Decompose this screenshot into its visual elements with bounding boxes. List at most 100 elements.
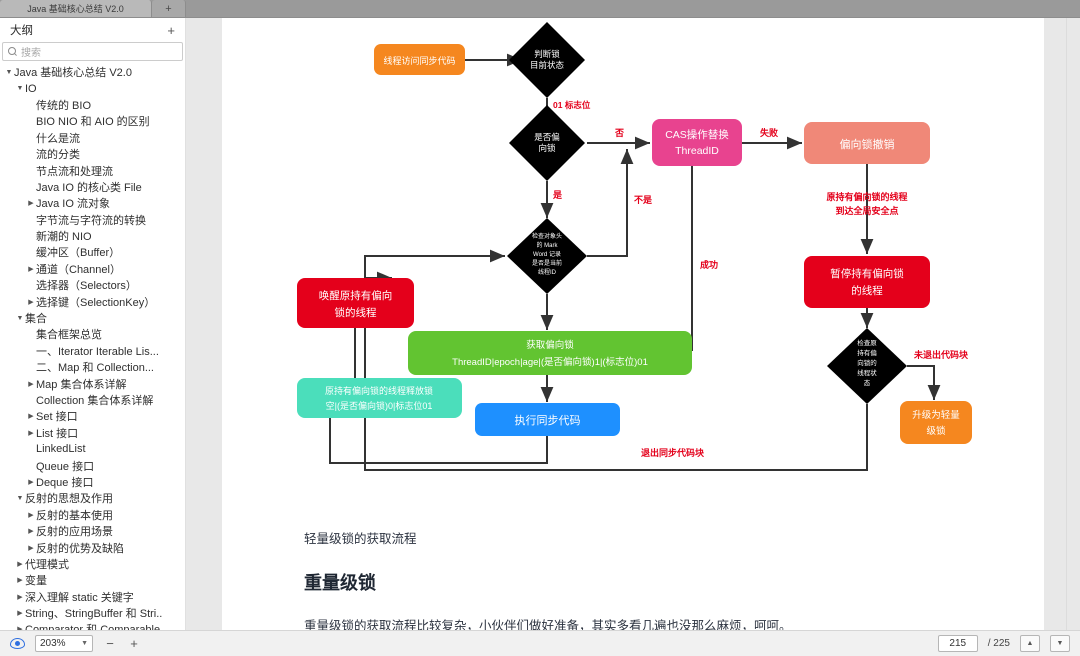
outline-item[interactable]: 什么是流 [0, 130, 185, 146]
chevron-right-icon[interactable] [15, 560, 25, 568]
outline-item[interactable]: Set 接口 [0, 408, 185, 424]
tab-document[interactable]: Java 基础核心总结 V2.0 [0, 0, 152, 17]
svg-text:的 Mark: 的 Mark [536, 241, 558, 249]
chevron-right-icon[interactable] [15, 576, 25, 584]
outline-item[interactable]: 变量 [0, 572, 185, 588]
outline-item[interactable]: Deque 接口 [0, 474, 185, 490]
outline-item[interactable]: 选择键（SelectionKey） [0, 293, 185, 309]
chevron-down-icon[interactable] [4, 69, 14, 76]
chevron-down-icon[interactable] [15, 85, 25, 92]
outline-item[interactable]: 集合框架总览 [0, 326, 185, 342]
outline-item[interactable]: 缓冲区（Buffer） [0, 244, 185, 260]
status-bar: 203% ▼ − + 215 / 225 ▲ ▼ [0, 630, 1080, 656]
outline-item-label: Deque 接口 [36, 476, 94, 489]
tab-title: Java 基础核心总结 V2.0 [27, 4, 124, 14]
outline-item[interactable]: Java 基础核心总结 V2.0 [0, 64, 185, 80]
outline-item-label: Collection 集合体系详解 [36, 395, 154, 407]
prev-page-button[interactable]: ▲ [1020, 635, 1040, 652]
outline-item-label: 反射的优势及缺陷 [36, 542, 124, 555]
outline-item[interactable]: String、StringBuffer 和 Stri.. [0, 605, 185, 621]
svg-text:CAS操作替换: CAS操作替换 [665, 128, 729, 141]
outline-item-label: 节点流和处理流 [36, 165, 113, 178]
chevron-right-icon[interactable] [26, 478, 36, 486]
outline-item[interactable]: Java IO 流对象 [0, 195, 185, 211]
chevron-right-icon[interactable] [26, 298, 36, 306]
zoom-level-value: 203% [40, 638, 66, 649]
search-icon [8, 47, 17, 56]
outline-item[interactable]: 深入理解 static 关键字 [0, 589, 185, 605]
outline-item[interactable]: 通道（Channel） [0, 261, 185, 277]
next-page-button[interactable]: ▼ [1050, 635, 1070, 652]
outline-item[interactable]: Map 集合体系详解 [0, 375, 185, 391]
chevron-right-icon[interactable] [26, 429, 36, 437]
outline-item[interactable]: 传统的 BIO [0, 97, 185, 113]
svg-text:线程访问同步代码: 线程访问同步代码 [383, 55, 455, 66]
svg-text:到达全局安全点: 到达全局安全点 [835, 205, 898, 216]
outline-item[interactable]: 反射的优势及缺陷 [0, 539, 185, 555]
chevron-right-icon[interactable] [26, 527, 36, 535]
outline-add-button[interactable]: + [167, 24, 175, 37]
page-current: 215 [949, 638, 967, 649]
svg-text:是否是当前: 是否是当前 [532, 259, 562, 267]
page-number-input[interactable]: 215 [937, 635, 978, 652]
new-tab-button[interactable]: + [152, 0, 186, 17]
chevron-right-icon[interactable] [26, 199, 36, 207]
svg-text:唤醒原持有偏向: 唤醒原持有偏向 [319, 289, 393, 302]
page-gutter-left [186, 18, 222, 630]
svg-text:向锁: 向锁 [538, 143, 556, 153]
vertical-scrollbar[interactable] [1066, 18, 1080, 630]
outline-item[interactable]: 代理模式 [0, 556, 185, 572]
zoom-out-button[interactable]: − [103, 636, 117, 651]
eye-icon[interactable] [10, 638, 25, 649]
outline-item[interactable]: Java IO 的核心类 File [0, 179, 185, 195]
outline-search-box[interactable]: 搜索 [2, 42, 183, 61]
outline-item[interactable]: 字节流与字符流的转换 [0, 212, 185, 228]
chevron-right-icon[interactable] [26, 265, 36, 273]
outline-item[interactable]: 节点流和处理流 [0, 162, 185, 178]
chevron-right-icon[interactable] [15, 593, 25, 601]
outline-item[interactable]: 反射的基本使用 [0, 507, 185, 523]
outline-item[interactable]: 集合 [0, 310, 185, 326]
outline-item[interactable]: 新潮的 NIO [0, 228, 185, 244]
chevron-right-icon[interactable] [15, 609, 25, 617]
outline-item[interactable]: 反射的思想及作用 [0, 490, 185, 506]
outline-item[interactable]: 一、Iterator Iterable Lis... [0, 343, 185, 359]
svg-text:不是: 不是 [634, 195, 653, 205]
svg-text:执行同步代码: 执行同步代码 [515, 413, 581, 427]
svg-text:ThreadID: ThreadID [675, 145, 719, 157]
outline-item[interactable]: IO [0, 80, 185, 96]
outline-item[interactable]: 二、Map 和 Collection... [0, 359, 185, 375]
outline-tree[interactable]: Java 基础核心总结 V2.0 IO 传统的 BIO BIO NIO 和 AIO 的… [0, 63, 185, 630]
outline-item[interactable]: Collection 集合体系详解 [0, 392, 185, 408]
outline-item[interactable]: 选择器（Selectors） [0, 277, 185, 293]
outline-item-label: 流的分类 [36, 149, 80, 162]
outline-item-label: 反射的应用场景 [36, 526, 113, 539]
chevron-right-icon[interactable] [26, 380, 36, 388]
outline-item-label: Map 集合体系详解 [36, 378, 127, 391]
chevron-down-icon[interactable] [15, 315, 25, 322]
svg-text:向锁的: 向锁的 [857, 358, 877, 367]
outline-item[interactable]: List 接口 [0, 425, 185, 441]
outline-item-label: List 接口 [36, 427, 79, 440]
chevron-right-icon[interactable] [26, 511, 36, 519]
svg-text:失败: 失败 [760, 127, 779, 138]
chevron-down-icon[interactable] [15, 495, 25, 502]
outline-item[interactable]: LinkedList [0, 441, 185, 457]
svg-text:线程状: 线程状 [857, 368, 877, 377]
outline-item[interactable]: BIO NIO 和 AIO 的区别 [0, 113, 185, 129]
outline-item[interactable]: Comparator 和 Comparable [0, 621, 185, 630]
outline-item-label: 选择键（SelectionKey） [36, 296, 156, 309]
outline-item-label: Java IO 的核心类 File [36, 181, 142, 194]
outline-item[interactable]: 流的分类 [0, 146, 185, 162]
outline-item-label: 反射的思想及作用 [25, 493, 113, 506]
document-text: 轻量级锁的获取流程 重量级锁 重量级锁的获取流程比较复杂，小伙伴们做好准备，其实… [304, 528, 924, 630]
section-heading: 重量级锁 [304, 573, 376, 593]
zoom-in-button[interactable]: + [127, 636, 141, 651]
chevron-right-icon[interactable] [26, 544, 36, 552]
svg-text:线程ID: 线程ID [538, 268, 557, 276]
zoom-level-select[interactable]: 203% ▼ [35, 635, 93, 652]
outline-item[interactable]: Queue 接口 [0, 457, 185, 473]
chevron-right-icon[interactable] [26, 412, 36, 420]
outline-item[interactable]: 反射的应用场景 [0, 523, 185, 539]
svg-text:判断锁: 判断锁 [534, 49, 560, 59]
